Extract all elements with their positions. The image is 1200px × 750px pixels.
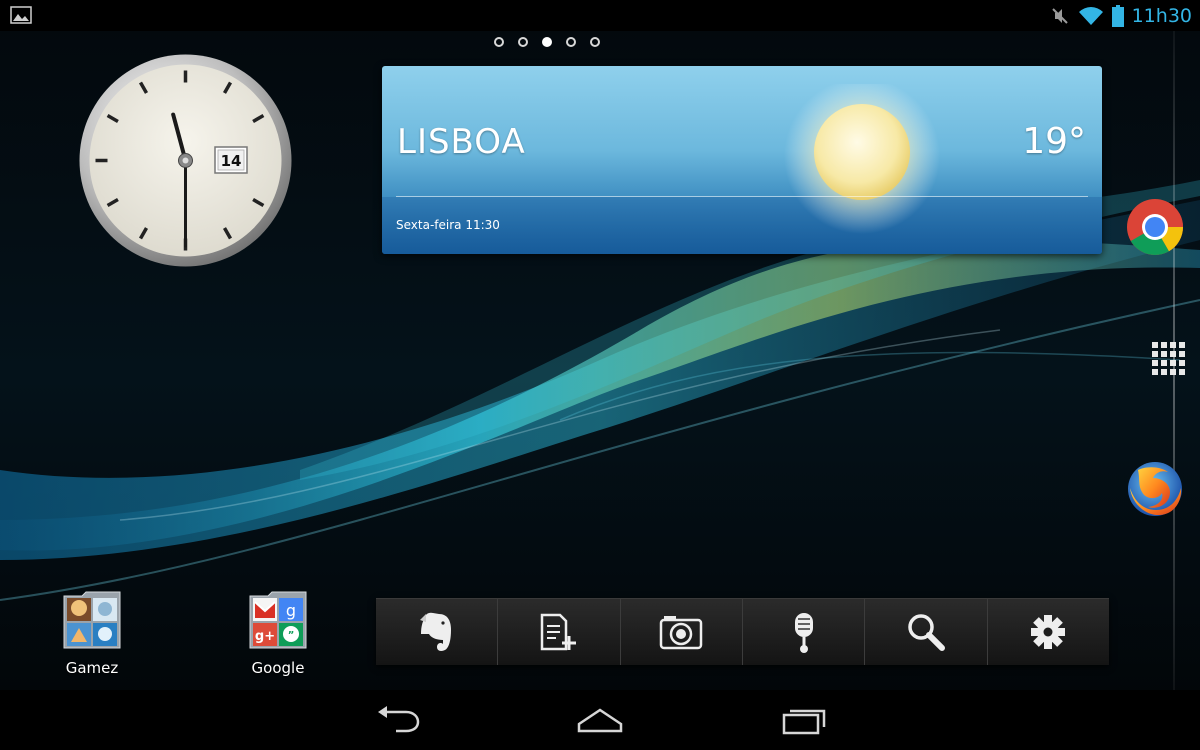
weather-widget[interactable]: LISBOA 19° Sexta-feira 11:30 (382, 66, 1102, 254)
weather-city: LISBOA (397, 122, 526, 162)
wifi-icon (1078, 6, 1103, 25)
clock-date: 14 (221, 152, 242, 170)
settings-button[interactable] (988, 599, 1109, 665)
camera-icon (660, 616, 703, 650)
gallery-icon[interactable] (10, 6, 32, 24)
new-note-button[interactable] (498, 599, 621, 665)
folder-gamez[interactable]: Gamez (47, 590, 137, 677)
recent-apps-button[interactable] (774, 702, 834, 738)
page-dot-active[interactable] (542, 37, 552, 47)
svg-text:g: g (286, 601, 296, 620)
search-button[interactable] (865, 599, 988, 665)
page-dot[interactable] (518, 37, 528, 47)
search-icon (908, 614, 945, 651)
status-bar: 11h30 (0, 0, 1200, 31)
weather-temperature: 19° (1022, 121, 1086, 162)
home-button[interactable] (570, 702, 630, 738)
chrome-icon[interactable] (1126, 198, 1184, 256)
svg-text:”: ” (288, 630, 295, 641)
evernote-button[interactable] (376, 599, 499, 665)
camera-button[interactable] (621, 599, 743, 665)
folder-google[interactable]: g g+ ” Google (233, 590, 323, 677)
back-button[interactable] (368, 702, 428, 738)
home-icon (577, 708, 623, 733)
page-dot[interactable] (566, 37, 576, 47)
clock-widget[interactable]: 14 (78, 53, 293, 268)
settings-icon (1031, 615, 1066, 649)
mute-icon (1051, 7, 1068, 24)
status-tray: 11h30 (1050, 0, 1192, 31)
recent-apps-icon (782, 709, 826, 735)
weather-datetime: Sexta-feira 11:30 (396, 218, 500, 232)
status-time: 11h30 (1131, 4, 1192, 27)
app-drawer-icon[interactable] (1152, 342, 1186, 376)
navigation-bar (0, 690, 1200, 750)
page-dot[interactable] (494, 37, 504, 47)
page-dot[interactable] (590, 37, 600, 47)
quick-action-bar (376, 598, 1109, 665)
voice-memo-button[interactable] (743, 599, 866, 665)
folder-icon (63, 591, 121, 649)
folder-label: Google (251, 659, 305, 677)
evernote-icon (419, 612, 451, 651)
new-note-icon (540, 613, 576, 651)
folder-label: Gamez (65, 659, 119, 677)
folder-icon: g g+ ” (249, 591, 307, 649)
weather-divider (396, 196, 1088, 197)
page-indicator (494, 37, 600, 47)
svg-text:g+: g+ (255, 629, 275, 644)
battery-icon (1111, 4, 1124, 27)
sun-icon (784, 84, 940, 234)
firefox-icon[interactable] (1126, 460, 1184, 518)
back-icon (378, 706, 420, 733)
voice-memo-icon (794, 613, 813, 653)
